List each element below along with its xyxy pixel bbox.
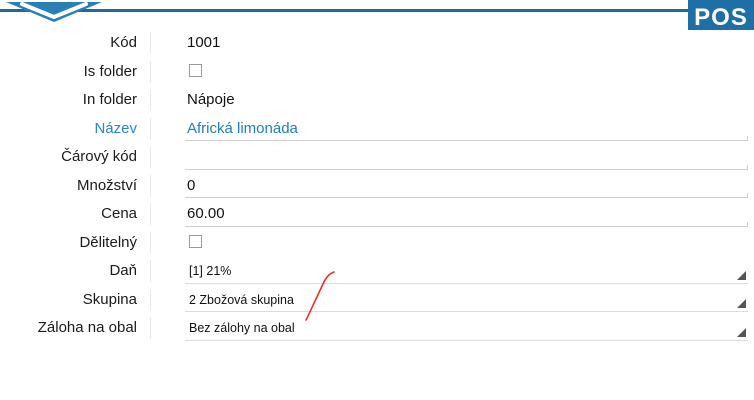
in-folder-value[interactable]: Nápoje [187, 91, 235, 108]
form-row-skupina: Skupina 2 Zbožová skupina [0, 285, 754, 314]
field-label: Záloha na obal [37, 319, 137, 336]
input-underline [185, 164, 748, 170]
deposit-select[interactable]: Bez zálohy na obal [189, 321, 295, 335]
field-label: Čárový kód [61, 148, 137, 165]
dropdown-arrow-icon[interactable] [737, 327, 746, 337]
divider [150, 117, 151, 140]
input-underline [185, 193, 748, 198]
field-label: Množství [76, 176, 137, 194]
field-label: Cena [101, 205, 137, 222]
divider [150, 174, 151, 197]
input-underline [185, 136, 748, 141]
name-input[interactable]: Africká limonáda [187, 120, 298, 137]
form-row-kod: Kód 1001 [0, 28, 754, 57]
dropdown-arrow-icon[interactable] [737, 299, 746, 308]
field-label: Dělitelný [79, 233, 137, 251]
field-label: Kód [110, 34, 137, 51]
form-row-is-folder: Is folder [0, 57, 754, 86]
handwritten-mark [305, 271, 335, 321]
field-label: Skupina [82, 290, 137, 308]
group-select[interactable]: 2 Zbožová skupina [189, 293, 294, 307]
divider [150, 32, 151, 54]
form-row-nazev: Název Africká limonáda [0, 114, 754, 143]
field-label: Daň [109, 262, 137, 279]
divider [150, 89, 151, 111]
form-row-cena: Cena 60.00 [0, 199, 754, 228]
tax-select[interactable]: [1] 21% [189, 264, 231, 278]
form-row-delitelny: Dělitelný [0, 228, 754, 257]
divider [150, 231, 151, 254]
divider [150, 203, 151, 225]
divider [150, 260, 151, 282]
form-row-mnozstvi: Množství 0 [0, 171, 754, 200]
is-folder-checkbox[interactable] [189, 63, 202, 77]
divider [150, 288, 151, 311]
field-label: In folder [82, 91, 137, 108]
select-underline [185, 339, 748, 341]
price-input[interactable]: 60.00 [187, 205, 225, 222]
form-row-zaloha: Záloha na obal Bez zálohy na obal [0, 313, 754, 342]
quantity-input[interactable]: 0 [187, 177, 195, 194]
divisible-checkbox[interactable] [189, 234, 202, 248]
code-value: 1001 [187, 34, 221, 51]
form-row-carovy-kod: Čárový kód [0, 142, 754, 171]
input-underline [185, 221, 748, 227]
field-label: Is folder [83, 62, 137, 80]
select-underline [185, 282, 748, 284]
dropdown-arrow-icon[interactable] [737, 270, 746, 280]
app-logo: POS [688, 0, 754, 30]
form-row-dan: Daň [1] 21% [0, 256, 754, 285]
top-bar [0, 0, 754, 22]
form-row-in-folder: In folder Nápoje [0, 85, 754, 114]
top-bar-line [0, 9, 690, 12]
divider [150, 317, 151, 339]
item-form: Kód 1001 Is folder In folder Nápoje Náze… [0, 28, 754, 342]
select-underline [185, 311, 748, 312]
divider [150, 60, 151, 83]
divider [150, 146, 151, 168]
chevron-down-icon[interactable] [6, 0, 102, 22]
field-label-focused: Název [94, 119, 137, 137]
